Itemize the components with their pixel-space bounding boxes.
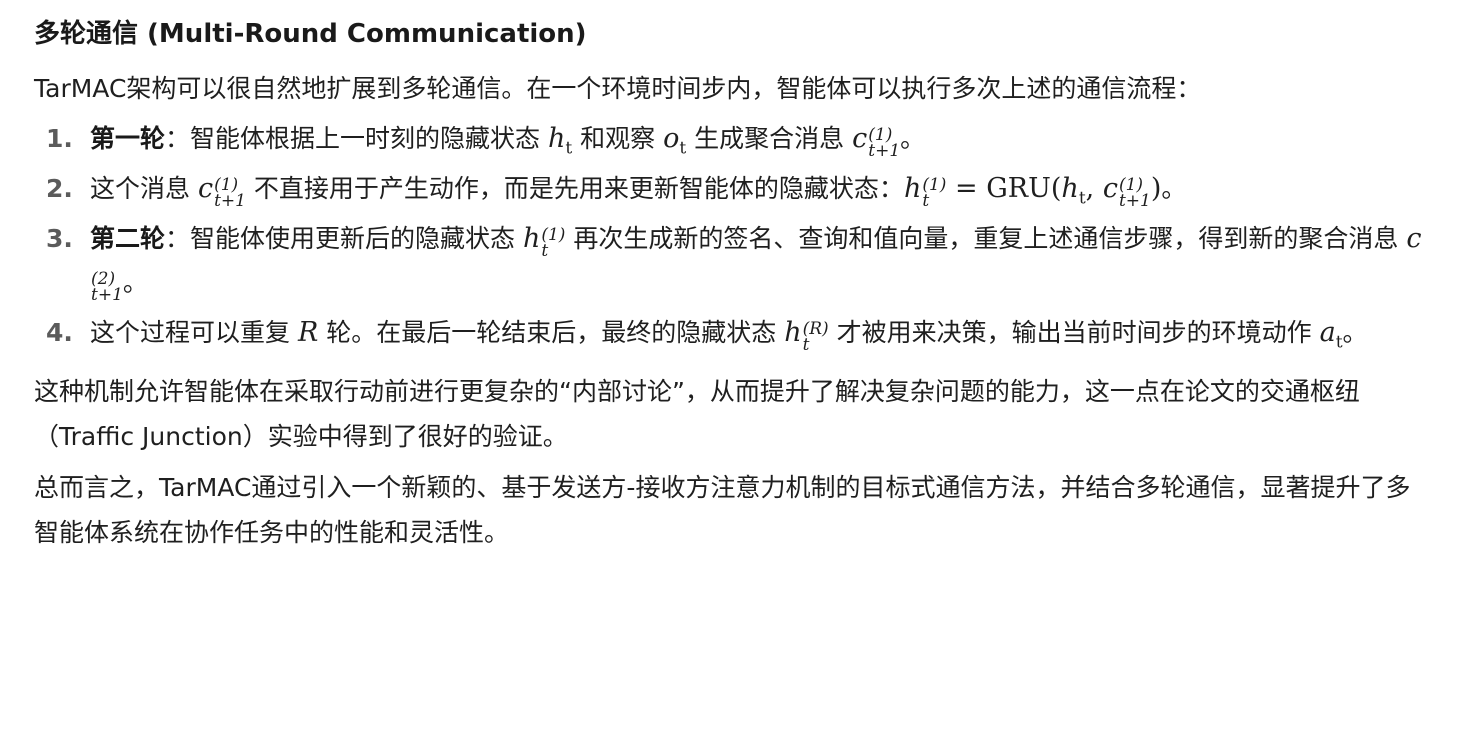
step-text: 这个消息 (90, 174, 198, 203)
math-action: at (1319, 317, 1343, 353)
math-observation: ot (663, 123, 687, 159)
math-aggregated-message: c (1) t+1 (197, 173, 246, 211)
step-bold-label: 第二轮 (90, 224, 166, 253)
math-hidden-state: ht (547, 123, 573, 159)
step-text: 。 (900, 124, 926, 153)
list-item: 3. 第二轮：智能体使用更新后的隐藏状态 h (1) t 再次生成新的签名、查询和值… (34, 217, 1423, 305)
discussion-paragraph: 这种机制允许智能体在采取行动前进行更复杂的“内部讨论”，从而提升了解决复杂问题的… (34, 377, 1360, 451)
step-text: 和观察 (572, 124, 664, 153)
step-text: 这个过程可以重复 (90, 318, 298, 347)
list-number: 4. (46, 318, 73, 347)
list-number: 1. (46, 124, 73, 153)
math-aggregated-message: c (1) t+1 (852, 123, 901, 161)
step-text: ：智能体使用更新后的隐藏状态 (165, 224, 523, 253)
step-text: 。 (1342, 318, 1368, 347)
conclusion-paragraph: 总而言之，TarMAC通过引入一个新颖的、基于发送方-接收方注意力机制的目标式通… (34, 473, 1411, 547)
list-number: 3. (46, 224, 73, 253)
list-item: 4. 这个过程可以重复 R 轮。在最后一轮结束后，最终的隐藏状态 h (R) t 才… (34, 311, 1423, 355)
step-text: 再次生成新的签名、查询和值向量，重复上述通信步骤，得到新的聚合消息 (565, 224, 1407, 253)
math-gru-update-equation: h (1) t = GRU(ht, c (1) t+1) (903, 173, 1162, 211)
step-text: ：智能体根据上一时刻的隐藏状态 (165, 124, 548, 153)
step-bold-label: 第一轮 (90, 124, 166, 153)
list-number: 2. (46, 174, 73, 203)
step-text: 轮。在最后一轮结束后，最终的隐藏状态 (318, 318, 785, 347)
section-heading: 多轮通信 (Multi-Round Communication) (34, 19, 587, 49)
list-item: 2. 这个消息 c (1) t+1 不直接用于产生动作，而是先用来更新智能体的隐藏状… (34, 167, 1423, 211)
step-text: 不直接用于产生动作，而是先用来更新智能体的隐藏状态： (245, 174, 904, 203)
step-text: 。 (122, 268, 148, 297)
math-final-hidden-state: h (R) t (784, 317, 829, 355)
steps-list: 1. 第一轮：智能体根据上一时刻的隐藏状态 ht 和观察 ot 生成聚合消息 c… (34, 117, 1423, 355)
intro-paragraph: TarMAC架构可以很自然地扩展到多轮通信。在一个环境时间步内，智能体可以执行多… (34, 74, 1202, 103)
math-updated-hidden-state: h (1) t (522, 223, 566, 261)
list-item: 1. 第一轮：智能体根据上一时刻的隐藏状态 ht 和观察 ot 生成聚合消息 c… (34, 117, 1423, 161)
step-text: 。 (1161, 174, 1187, 203)
document-page: 多轮通信 (Multi-Round Communication) TarMAC架… (0, 0, 1459, 555)
math-round-count: R (297, 317, 319, 348)
step-text: 才被用来决策，输出当前时间步的环境动作 (828, 318, 1320, 347)
step-text: 生成聚合消息 (686, 124, 853, 153)
